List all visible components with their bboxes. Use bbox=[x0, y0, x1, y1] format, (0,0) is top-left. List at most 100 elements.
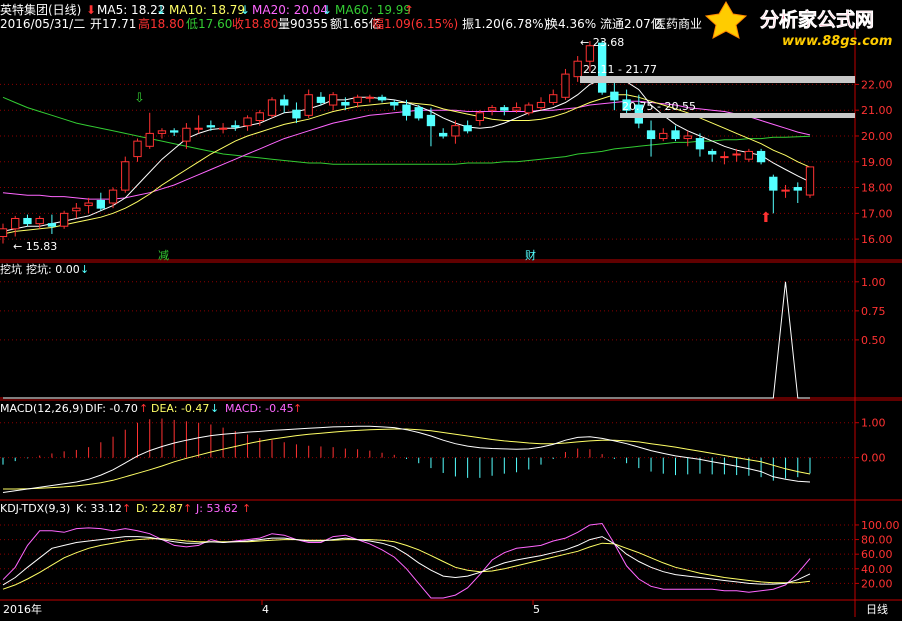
candle-body bbox=[402, 104, 411, 116]
macd-tick-label-1: 0.00 bbox=[861, 452, 886, 465]
candle-body bbox=[23, 217, 32, 225]
candle-body bbox=[316, 96, 326, 103]
candle-body bbox=[292, 109, 301, 119]
macd-title: MACD(12,26,9) bbox=[0, 402, 84, 415]
candle-body bbox=[157, 130, 167, 134]
date-label-year: 2016年 bbox=[3, 602, 42, 616]
wakeng-arrow-icon: ↓ bbox=[80, 263, 89, 276]
stock-name: 英特集团(日线) bbox=[0, 2, 81, 17]
candle-body bbox=[463, 125, 472, 132]
event-marker-2: 财 bbox=[525, 248, 536, 262]
ma60-arrow-icon: ↑ bbox=[404, 3, 414, 17]
wakeng-tick-label-1: 0.75 bbox=[861, 305, 886, 318]
kdj-k-arrow-icon: ↑ bbox=[122, 502, 131, 515]
macd-arrow-icon: ↑ bbox=[293, 402, 302, 415]
candle-body bbox=[390, 101, 399, 106]
buy-signal-icon: ⇩ bbox=[134, 91, 145, 106]
candle-body bbox=[182, 127, 191, 142]
candle-body bbox=[536, 101, 546, 109]
macd-dif-arrow-icon: ↑ bbox=[139, 402, 148, 415]
kdj-d: D: 22.87 bbox=[136, 502, 183, 515]
candle-body bbox=[683, 135, 692, 140]
high-price: 高18.80 bbox=[138, 16, 184, 31]
candle-body bbox=[353, 96, 362, 103]
candle-body bbox=[0, 228, 8, 238]
candle-body bbox=[671, 130, 680, 140]
candle-body bbox=[414, 107, 423, 119]
candle-body bbox=[170, 130, 179, 133]
candle-body bbox=[47, 223, 57, 227]
macd-tick-label-0: 1.00 bbox=[861, 417, 886, 430]
candle-body bbox=[732, 153, 741, 156]
ma10-label: MA10: 18.79 bbox=[169, 3, 245, 17]
date-label-may: 5 bbox=[533, 603, 540, 616]
ma10-arrow-icon: ↓ bbox=[240, 3, 250, 17]
kdj-tick-label-1: 80.00 bbox=[861, 534, 893, 547]
wakeng-tick-label-0: 1.00 bbox=[861, 276, 886, 289]
macd-dea: DEA: -0.47 bbox=[151, 402, 209, 415]
candle-body bbox=[500, 107, 509, 111]
kdj-tick-label-0: 100.00 bbox=[861, 519, 900, 532]
candle-body bbox=[720, 156, 729, 159]
candle-body bbox=[133, 140, 142, 158]
wakeng-panel: 挖坑 挖坑: 0.00 ↓ bbox=[0, 262, 89, 276]
candle-body bbox=[218, 127, 228, 130]
candle-body bbox=[524, 104, 533, 114]
wakeng-value: 挖坑: 0.00 bbox=[26, 262, 80, 276]
candle-body bbox=[659, 132, 668, 140]
macd-panel: MACD(12,26,9) DIF: -0.70 ↑ DEA: -0.47 ↓ … bbox=[0, 402, 302, 415]
candle-body bbox=[84, 202, 93, 207]
ma20-label: MA20: 20.04 bbox=[252, 3, 328, 17]
candle-body bbox=[561, 73, 570, 98]
kdj-tick-label-4: 20.00 bbox=[861, 577, 893, 590]
close-price: 收18.80 bbox=[232, 17, 278, 31]
candle-body bbox=[194, 127, 203, 130]
candle-body bbox=[695, 138, 705, 150]
candle-body bbox=[280, 99, 289, 106]
candle-body bbox=[35, 217, 44, 225]
candle-body bbox=[549, 94, 558, 103]
turnover: 换4.36% bbox=[546, 17, 596, 31]
event-marker-1: 减 bbox=[158, 249, 169, 262]
candle-22 bbox=[267, 97, 277, 118]
candle-34 bbox=[414, 105, 423, 121]
period-label[interactable]: 日线 bbox=[866, 602, 888, 616]
candle-body bbox=[426, 114, 436, 127]
candle-body bbox=[793, 187, 802, 191]
ma60-label: MA60: 19.99 bbox=[335, 3, 411, 17]
zone-label-1: 22.11 - 21.77 bbox=[583, 63, 657, 76]
candle-body bbox=[512, 107, 521, 111]
macd-dif: DIF: -0.70 bbox=[85, 402, 138, 415]
kdj-j-arrow-icon: ↑ bbox=[242, 502, 251, 515]
candle-66 bbox=[805, 166, 815, 198]
low-price: 低17.60 bbox=[186, 17, 232, 31]
volume: 量90355 bbox=[278, 17, 328, 31]
trade-date: 2016/05/31/二 bbox=[0, 17, 85, 31]
ma20-arrow-icon: ↓ bbox=[322, 3, 332, 17]
candle-10 bbox=[121, 156, 130, 193]
candle-body bbox=[756, 150, 766, 163]
price-tick-label-3: 19.00 bbox=[861, 156, 893, 169]
candle-body bbox=[72, 207, 81, 212]
candle-body bbox=[243, 117, 252, 127]
macd-dea-arrow-icon: ↓ bbox=[210, 402, 219, 415]
logo-title: 分析家公式网 bbox=[760, 8, 874, 31]
low-marker-label: ← 15.83 bbox=[13, 240, 57, 253]
candle-body bbox=[377, 96, 387, 101]
candle-body bbox=[646, 130, 656, 140]
kdj-tick-label-2: 60.00 bbox=[861, 548, 893, 561]
zone-bar-1 bbox=[580, 76, 855, 83]
candle-body bbox=[451, 125, 460, 137]
candle-body bbox=[267, 99, 277, 116]
candle-body bbox=[365, 96, 374, 99]
header-row-1: 英特集团(日线) ⬇ MA5: 18.22 ↓ MA10: 18.79 ↓ MA… bbox=[0, 2, 414, 17]
change: 幅1.09(6.15%) bbox=[372, 16, 458, 31]
kdj-d-arrow-icon: ↑ bbox=[183, 502, 192, 515]
candle-body bbox=[610, 91, 619, 101]
candle-body bbox=[487, 107, 497, 111]
candle-62 bbox=[756, 148, 766, 165]
price-tick-label-0: 22.00 bbox=[861, 78, 893, 91]
amplitude: 振1.20(6.78%) bbox=[462, 17, 548, 31]
candle-body bbox=[573, 60, 582, 78]
candle-body bbox=[121, 161, 130, 191]
